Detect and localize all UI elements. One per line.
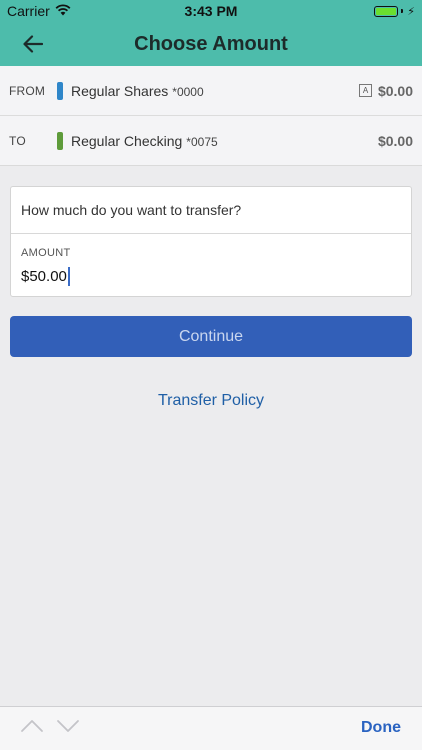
- back-button[interactable]: [18, 30, 48, 58]
- amount-label: AMOUNT: [21, 247, 71, 259]
- from-account-number: *0000: [172, 84, 204, 99]
- to-label: TO: [9, 134, 26, 148]
- amount-input[interactable]: $50.00: [21, 267, 70, 286]
- from-account-balance: $0.00: [377, 82, 413, 99]
- amount-value: $50.00: [21, 268, 67, 285]
- page-title: Choose Amount: [134, 33, 288, 55]
- keyboard-accessory-bar: Done: [0, 706, 422, 750]
- from-label: FROM: [9, 83, 46, 98]
- next-field-button[interactable]: [56, 719, 82, 739]
- chevron-up-icon: [21, 720, 43, 732]
- text-cursor: [67, 267, 70, 286]
- amount-question: How much do you want to transfer?: [11, 187, 411, 234]
- to-account-number: *0075: [186, 135, 218, 149]
- to-account-balance: $0.00: [377, 133, 413, 149]
- from-account-name: Regular Shares *0000: [71, 83, 204, 99]
- transfer-accounts: FROM Regular Shares *0000 A $0.00 TO Regu…: [0, 66, 422, 166]
- done-button[interactable]: Done: [361, 719, 401, 737]
- battery-icon: [374, 5, 399, 17]
- from-account-color-bar: [57, 81, 63, 100]
- to-account-name: Regular Checking *0075: [71, 133, 218, 149]
- amount-card: How much do you want to transfer? AMOUNT…: [10, 186, 412, 297]
- previous-field-button[interactable]: [20, 719, 46, 739]
- status-time: 3:43 PM: [184, 3, 238, 19]
- chevron-down-icon: [57, 720, 79, 732]
- continue-button[interactable]: Continue: [10, 316, 412, 357]
- from-account-row[interactable]: FROM Regular Shares *0000 A $0.00: [0, 66, 422, 116]
- available-badge-icon: A: [359, 84, 372, 97]
- transfer-policy-link[interactable]: Transfer Policy: [0, 392, 422, 410]
- nav-bar: Choose Amount: [0, 22, 422, 66]
- to-account-name-text: Regular Checking: [71, 133, 183, 149]
- back-arrow-icon: [23, 35, 43, 53]
- to-account-color-bar: [57, 132, 63, 150]
- to-account-row[interactable]: TO Regular Checking *0075 $0.00: [0, 116, 422, 166]
- from-account-name-text: Regular Shares: [71, 82, 169, 99]
- status-bar: Carrier 3:43 PM ⚡: [0, 0, 422, 22]
